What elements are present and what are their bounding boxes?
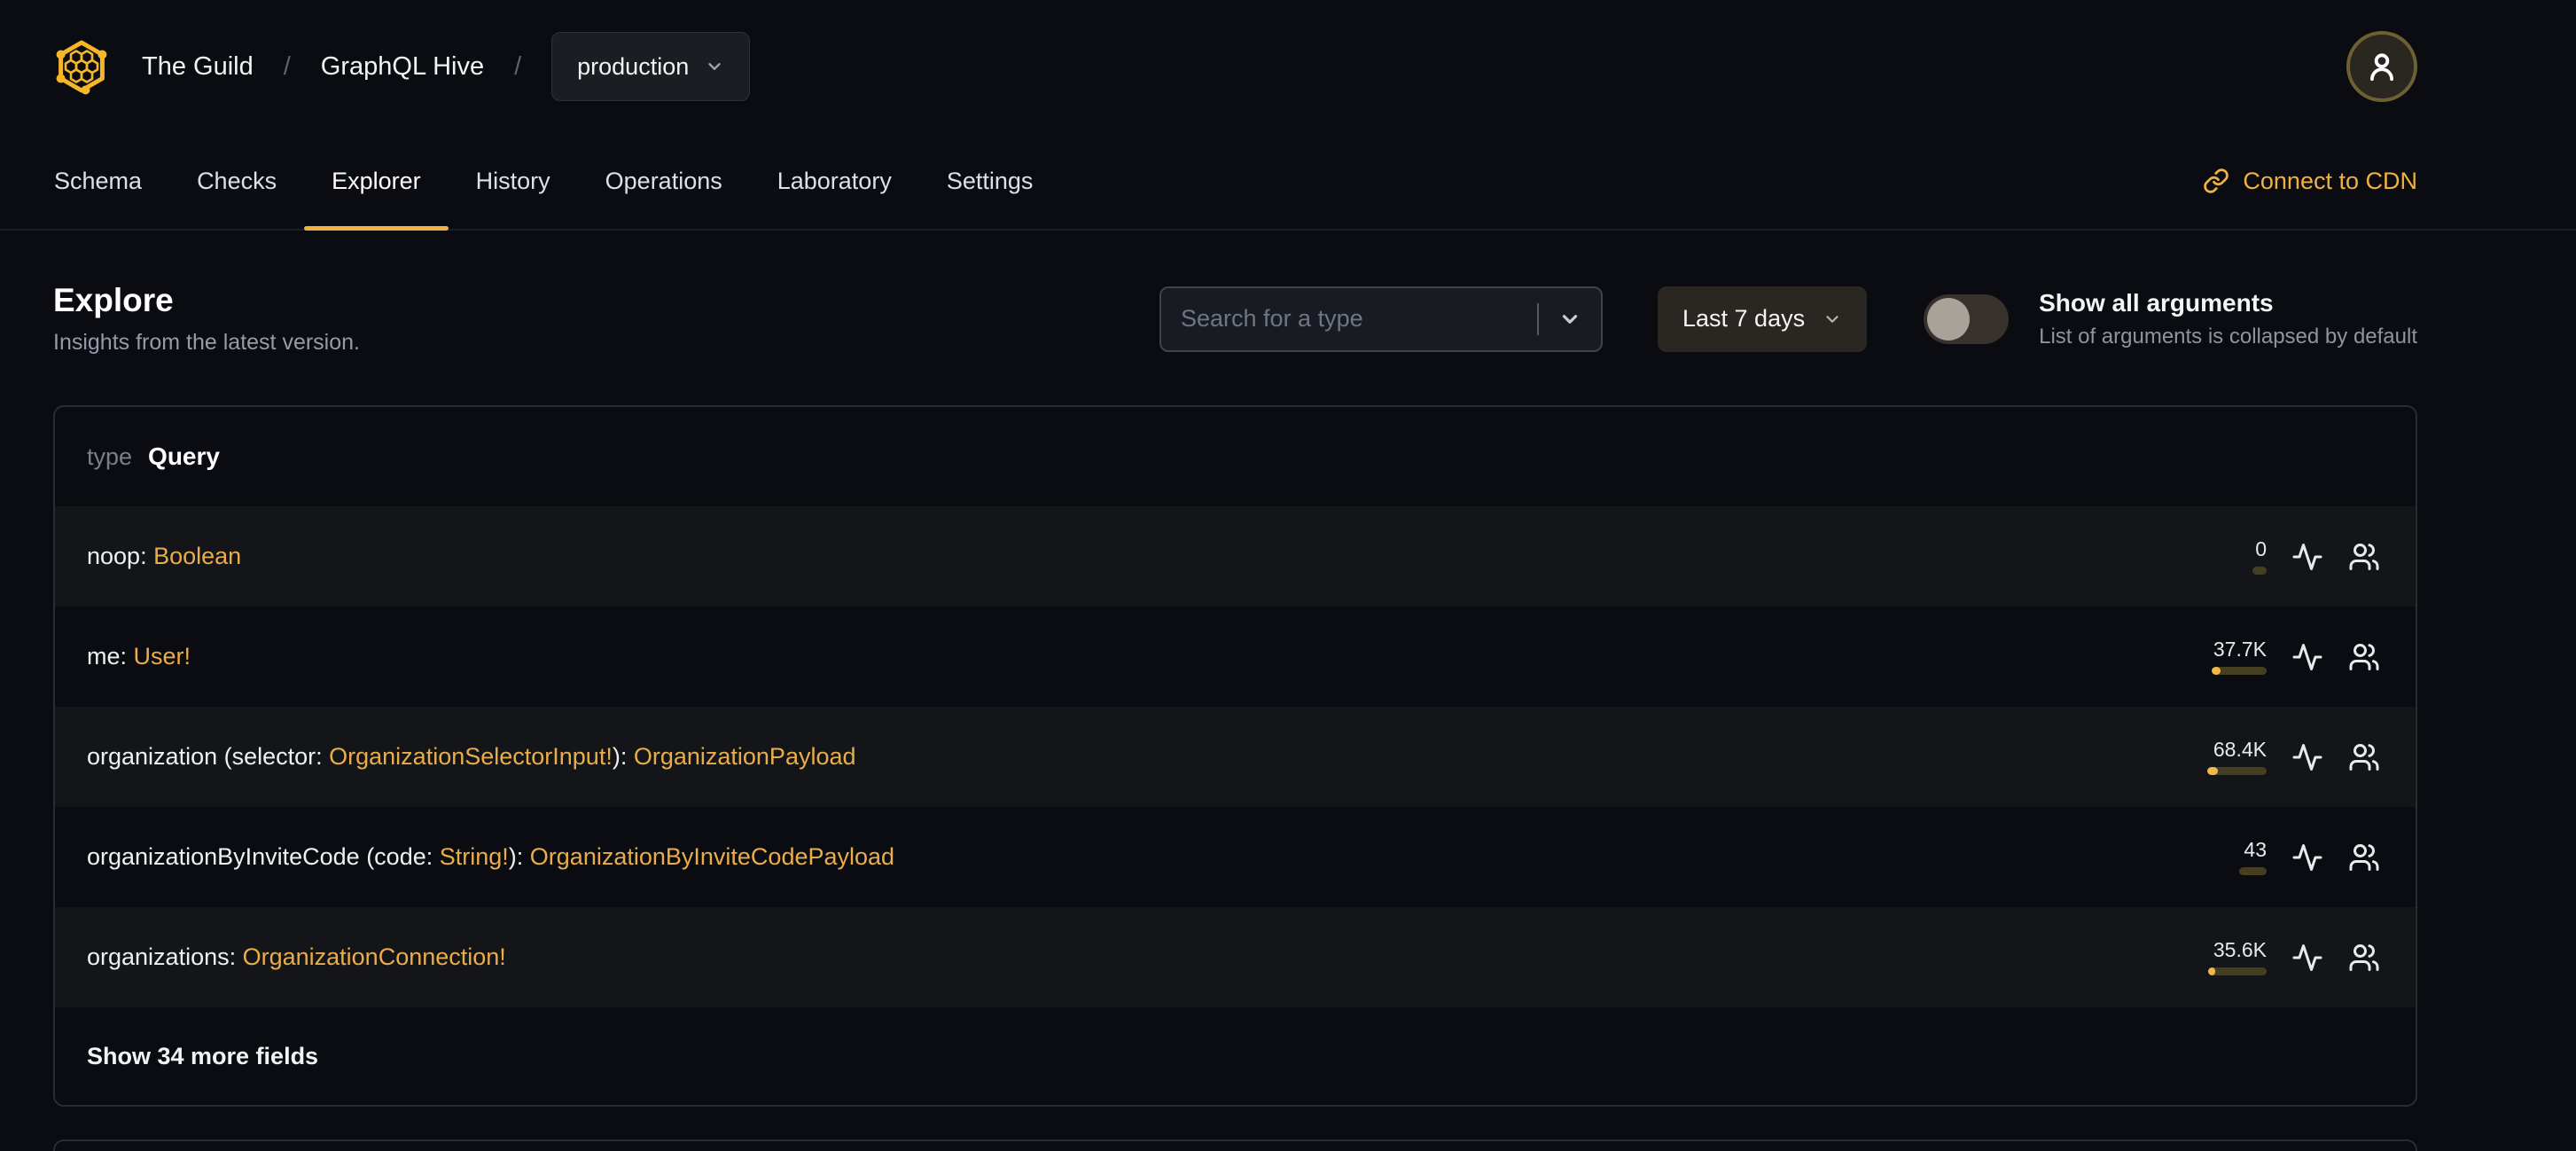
explore-controls: Last 7 days Show all arguments List of a… <box>1159 286 2417 352</box>
hive-logo-icon[interactable] <box>53 38 110 95</box>
activity-icon[interactable] <box>2291 541 2323 573</box>
type-card-query: type Query noop: Boolean 0 me: User! 37.… <box>53 405 2417 1107</box>
target-selector[interactable]: production <box>551 32 751 101</box>
field-list: noop: Boolean 0 me: User! 37.7K organiza… <box>55 506 2416 1007</box>
activity-icon[interactable] <box>2291 942 2323 974</box>
usage-bar <box>2207 766 2267 775</box>
field-signature: organizationByInviteCode (code: String!)… <box>87 843 895 870</box>
field-usage-count: 37.7K <box>2213 637 2267 661</box>
users-icon[interactable] <box>2348 541 2380 573</box>
person-icon <box>2370 53 2393 82</box>
breadcrumb: The Guild / GraphQL Hive / production <box>0 0 2576 133</box>
breadcrumb-project[interactable]: GraphQL Hive <box>321 52 484 82</box>
tab-settings[interactable]: Settings <box>919 133 1061 229</box>
type-card-header[interactable]: type Query <box>55 407 2416 506</box>
usage-bar <box>2208 967 2267 975</box>
chevron-down-icon <box>1826 315 1838 323</box>
target-selector-value: production <box>577 52 690 80</box>
search-input[interactable] <box>1181 305 1528 333</box>
users-icon[interactable] <box>2348 741 2380 773</box>
type-search-combobox[interactable] <box>1159 286 1603 352</box>
show-all-arguments-toggle[interactable] <box>1924 294 2010 344</box>
breadcrumb-separator: / <box>514 51 522 81</box>
tab-bar: Schema Checks Explorer History Operations Lab… <box>0 133 2576 231</box>
tab-schema[interactable]: Schema <box>27 133 169 229</box>
field-stats: 43 <box>2201 837 2380 875</box>
link-icon <box>2204 168 2229 193</box>
page-subtitle: Insights from the latest version. <box>53 330 360 355</box>
field-signature: me: User! <box>87 643 191 669</box>
table-row[interactable]: organizations: OrganizationConnection! 3… <box>55 907 2416 1007</box>
field-signature: organization (selector: OrganizationSele… <box>87 743 856 770</box>
field-usage-count: 43 <box>2244 837 2267 861</box>
users-icon[interactable] <box>2348 842 2380 873</box>
toggle-hint: List of arguments is collapsed by defaul… <box>2039 324 2417 348</box>
chevron-down-icon[interactable] <box>1558 308 1581 331</box>
users-icon[interactable] <box>2348 942 2380 974</box>
field-usage-count: 0 <box>2255 536 2267 560</box>
activity-icon[interactable] <box>2291 741 2323 773</box>
tab-laboratory[interactable]: Laboratory <box>750 133 919 229</box>
connect-to-cdn-label: Connect to CDN <box>2243 167 2417 194</box>
toggle-label: Show all arguments <box>2039 288 2274 317</box>
field-usage-count: 68.4K <box>2213 737 2267 761</box>
tab-checks[interactable]: Checks <box>169 133 304 229</box>
period-select[interactable]: Last 7 days <box>1658 286 1868 352</box>
field-stats: 68.4K <box>2201 737 2380 775</box>
activity-icon[interactable] <box>2291 842 2323 873</box>
users-icon[interactable] <box>2348 641 2380 673</box>
tab-history[interactable]: History <box>449 133 578 229</box>
usage-bar <box>2239 866 2267 875</box>
field-usage-count: 35.6K <box>2213 937 2267 961</box>
breadcrumb-separator: / <box>283 51 291 81</box>
table-row[interactable]: me: User! 37.7K <box>55 607 2416 707</box>
user-avatar[interactable] <box>2346 31 2417 102</box>
search-divider <box>1537 302 1539 335</box>
breadcrumb-org[interactable]: The Guild <box>142 52 254 82</box>
table-row[interactable]: noop: Boolean 0 <box>55 506 2416 607</box>
usage-bar <box>2252 566 2267 575</box>
field-signature: noop: Boolean <box>87 543 242 569</box>
toggle-thumb <box>1927 297 1971 341</box>
field-signature: organizations: OrganizationConnection! <box>87 944 506 970</box>
tab-explorer[interactable]: Explorer <box>304 133 449 231</box>
usage-bar <box>2212 666 2267 675</box>
type-kind-label: type <box>87 442 133 470</box>
field-stats: 37.7K <box>2201 637 2380 675</box>
connect-to-cdn-link[interactable]: Connect to CDN <box>2203 168 2417 195</box>
type-name: Query <box>148 442 220 470</box>
explore-page: Explore Insights from the latest version… <box>0 282 2576 1151</box>
show-more-fields-button[interactable]: Show 34 more fields <box>55 1007 2416 1105</box>
top-header: The Guild / GraphQL Hive / production Sc… <box>0 0 2576 231</box>
field-stats: 35.6K <box>2201 937 2380 975</box>
activity-icon[interactable] <box>2291 641 2323 673</box>
field-stats: 0 <box>2201 536 2380 575</box>
table-row[interactable]: organization (selector: OrganizationSele… <box>55 707 2416 807</box>
period-select-value: Last 7 days <box>1682 305 1806 332</box>
table-row[interactable]: organizationByInviteCode (code: String!)… <box>55 807 2416 907</box>
tab-operations[interactable]: Operations <box>578 133 750 229</box>
page-title: Explore <box>53 282 174 318</box>
next-type-card-peek <box>53 1139 2417 1151</box>
chevron-down-icon <box>708 63 721 70</box>
